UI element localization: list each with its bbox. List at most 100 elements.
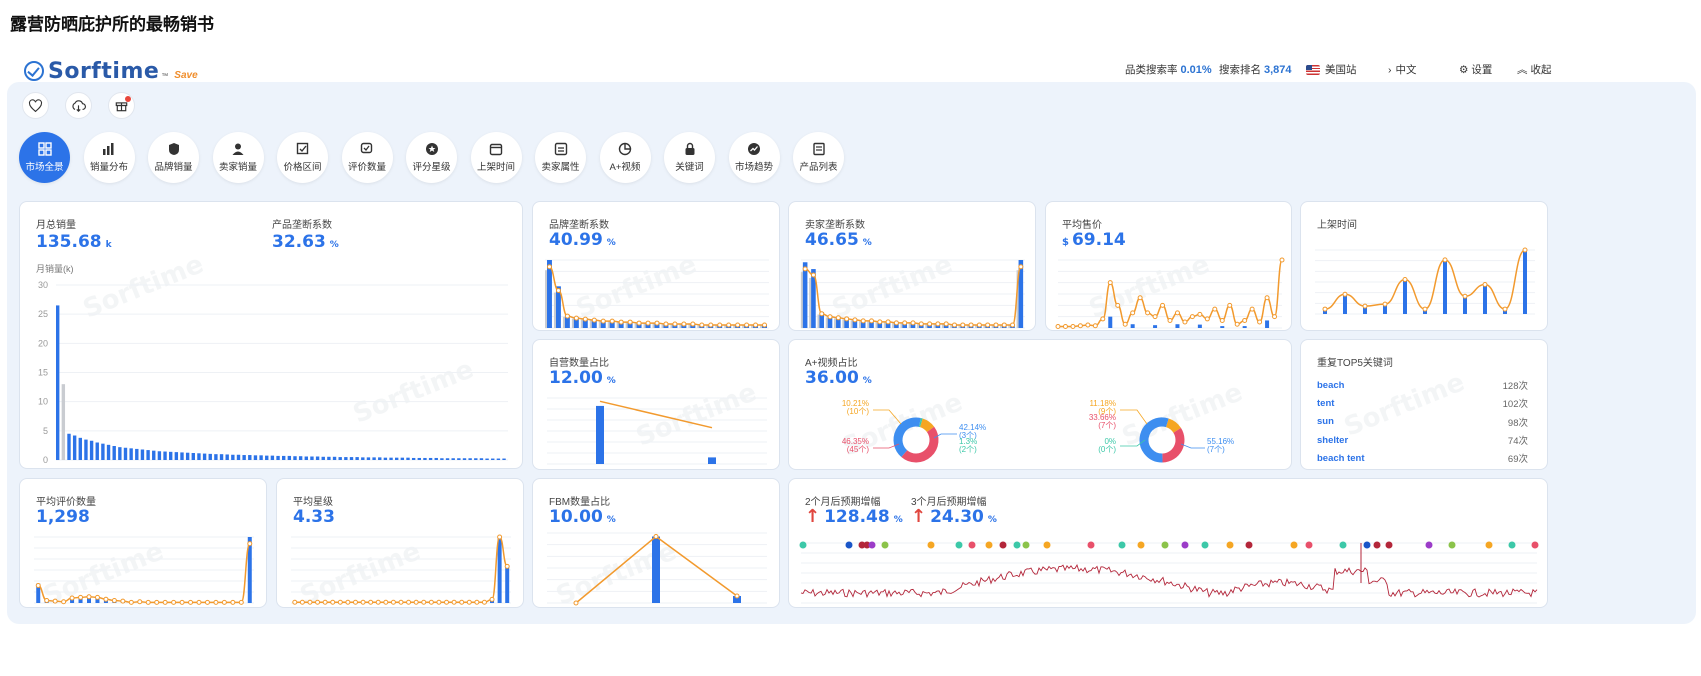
nav-seller-attr[interactable]: 卖家属性 [535, 132, 586, 183]
trend-point [860, 318, 866, 324]
nav-pie[interactable]: A+视频 [599, 132, 651, 183]
fbm-card[interactable]: Sorftime FBM数量占比 10.00% [532, 478, 780, 608]
nav-lock[interactable]: 关键词 [664, 132, 715, 183]
nav-price-edit[interactable]: 价格区间 [277, 132, 328, 183]
trend-point [154, 599, 160, 605]
bar [140, 449, 145, 460]
trend-point [368, 599, 374, 605]
notification-dot [125, 96, 131, 102]
keyword-text[interactable]: beach [1317, 380, 1344, 391]
top5-keywords-card[interactable]: Sorftime 重复TOP5关键词 beach 128次 tent 102次 sun 9… [1300, 339, 1548, 470]
avg-rating-card[interactable]: Sorftime 平均星级 4.33 [276, 478, 524, 608]
trend-point [802, 266, 808, 272]
sorftime-logo[interactable]: Sorftime ™ Save [24, 58, 198, 84]
gift-icon[interactable] [108, 92, 135, 119]
event-dot [1087, 541, 1095, 549]
trend-point [436, 599, 442, 605]
bar [1108, 316, 1113, 328]
trend-point [497, 534, 503, 540]
monthly-sales-card[interactable]: Sorftime Sorftime 月总销量 135.68 k 产品垄断系数 32… [19, 201, 523, 469]
avg-price-card[interactable]: Sorftime 平均售价 $69.14 [1045, 201, 1292, 331]
keyword-row[interactable]: tent 102次 [1317, 394, 1528, 412]
event-dot [1226, 541, 1234, 549]
event-dot [1013, 541, 1021, 549]
nav-bar-chart[interactable]: 销量分布 [83, 132, 135, 183]
bar [78, 437, 82, 460]
settings-button[interactable]: ⚙ 设置 [1459, 62, 1492, 77]
growth-forecast-card[interactable]: 2个月后预期增幅 ↑ 128.48% 3个月后预期增幅 ↑ 24.30% [788, 478, 1548, 608]
search-rank: 搜索排名 3,874 [1219, 62, 1292, 77]
bar [202, 453, 207, 460]
keyword-list: beach 128次 tent 102次 sun 98次 shelter 74次 beach t… [1317, 376, 1528, 467]
nav-grid[interactable]: 市场全景 [19, 132, 70, 183]
leader-line [1180, 443, 1205, 449]
event-dot [927, 541, 935, 549]
keyword-row[interactable]: shelter 74次 [1317, 431, 1528, 449]
bar [282, 455, 286, 460]
brand-monopoly-chart [545, 259, 769, 329]
price-point [1085, 322, 1091, 328]
avg-rating-chart [291, 534, 511, 605]
trend-point [600, 318, 606, 324]
bar [1265, 320, 1270, 328]
bar [361, 457, 365, 460]
self-ship-card[interactable]: Sorftime 自营数量占比 12.00% [532, 339, 780, 470]
price-point [1152, 314, 1158, 320]
trend-point [744, 322, 750, 328]
avg-reviews-card[interactable]: Sorftime 平均评价数量 1,298 [19, 478, 267, 608]
site-selector[interactable]: 美国站 [1306, 62, 1357, 77]
cloud-download-icon[interactable] [65, 92, 92, 119]
language-selector[interactable]: › 中文 [1388, 62, 1417, 77]
bar [106, 444, 111, 460]
trend-point [466, 599, 472, 605]
collapse-button[interactable]: ︽ 收起 [1517, 62, 1552, 77]
trend-point [1342, 291, 1348, 297]
list-icon [812, 142, 825, 155]
keyword-row[interactable]: sun 98次 [1317, 413, 1528, 431]
nav-review[interactable]: 评价数量 [341, 132, 393, 183]
leader-line [873, 409, 902, 425]
bar [462, 458, 467, 460]
donut-count: (0个) [1098, 445, 1116, 454]
nav-trend[interactable]: 市场趋势 [728, 132, 780, 183]
event-dot [1508, 541, 1516, 549]
bar [276, 455, 280, 460]
nav-seller[interactable]: 卖家销量 [212, 132, 264, 183]
keyword-text[interactable]: sun [1317, 416, 1334, 427]
trend-point [383, 599, 389, 605]
trend-point [708, 322, 714, 328]
bar [84, 439, 88, 460]
bar [236, 454, 241, 460]
nav-brand-badge[interactable]: 品牌销量 [148, 132, 199, 183]
y-tick-label: 25 [38, 309, 48, 319]
price-point [1107, 280, 1113, 286]
aplus-video-card[interactable]: Sorftime Sorftime A+视频占比 36.00% 10.21% (1… [788, 339, 1292, 470]
nav-calendar[interactable]: 上架时间 [470, 132, 522, 183]
bar [265, 455, 269, 460]
keyword-row[interactable]: beach tent 69次 [1317, 449, 1528, 467]
nav-star[interactable]: 评分星级 [406, 132, 457, 183]
keyword-text[interactable]: beach tent [1317, 453, 1365, 464]
trend-point [877, 319, 883, 325]
trend-point [1382, 301, 1388, 307]
nav-list[interactable]: 产品列表 [793, 132, 844, 183]
trend-point [672, 321, 678, 327]
listing-time-card[interactable]: 上架时间 [1300, 201, 1548, 331]
trend-point [86, 594, 92, 600]
bar [214, 454, 218, 460]
keyword-text[interactable]: shelter [1317, 435, 1348, 446]
heart-icon[interactable] [22, 92, 49, 119]
keyword-text[interactable]: tent [1317, 398, 1334, 409]
bar [129, 448, 133, 460]
keyword-row[interactable]: beach 128次 [1317, 376, 1528, 394]
avg-price-chart [1055, 257, 1285, 329]
keyword-count: 98次 [1507, 417, 1528, 429]
trend-point [753, 322, 759, 328]
bar [428, 457, 433, 460]
bar [1130, 324, 1135, 328]
trend-point [885, 319, 891, 325]
trend-point [726, 322, 732, 328]
seller-monopoly-card[interactable]: Sorftime 卖家垄断系数 46.65% [788, 201, 1036, 331]
brand-monopoly-card[interactable]: Sorftime 品牌垄断系数 40.99% [532, 201, 780, 331]
price-point [1204, 316, 1210, 322]
